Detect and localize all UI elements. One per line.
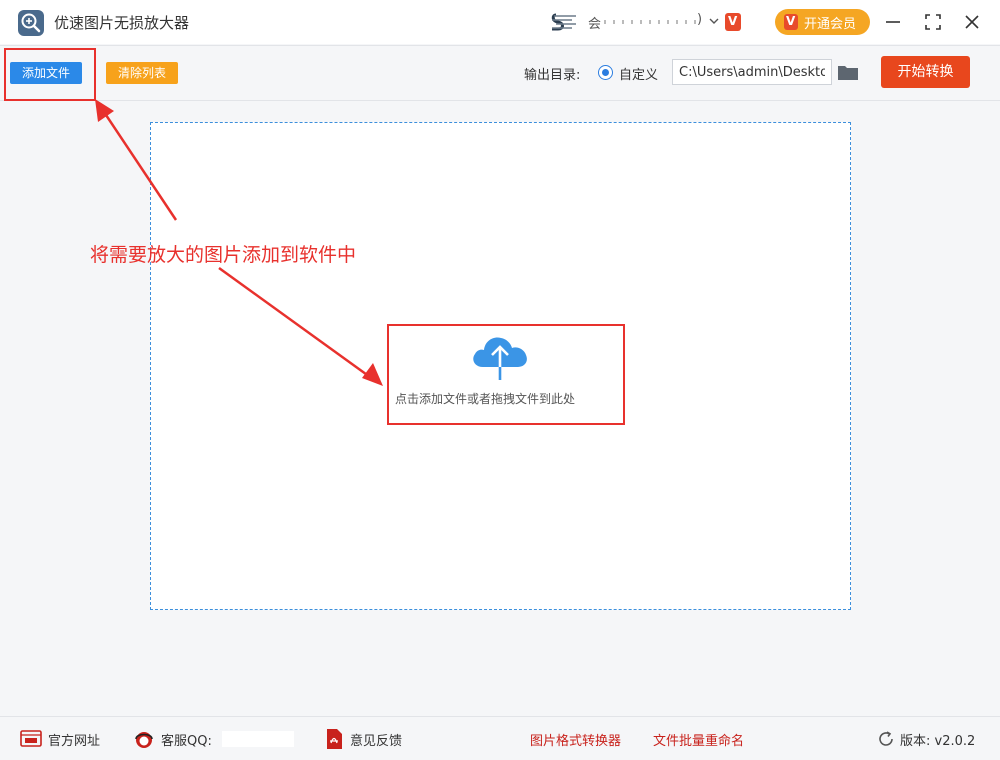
open-vip-label: 开通会员 (804, 17, 857, 32)
batch-rename-link[interactable]: 文件批量重命名 (653, 730, 744, 749)
footer: 官方网址 客服QQ: 意见反馈 图片格式转换器 文件批量重命名 版本: v2.0… (0, 716, 1000, 760)
feedback-link[interactable]: 意见反馈 (350, 730, 402, 749)
close-icon[interactable] (960, 10, 984, 34)
website-link[interactable]: 官方网址 (48, 730, 100, 749)
custom-output-radio[interactable] (598, 65, 613, 80)
user-name[interactable]: 会 (588, 13, 601, 32)
output-dir-label: 输出目录: (524, 68, 581, 83)
annotation-text: 将需要放大的图片添加到软件中 (90, 244, 357, 266)
clear-list-button[interactable]: 清除列表 (106, 62, 178, 84)
user-name-masked (604, 20, 700, 24)
title-bar: 优速图片无损放大器 会 ) V V 开通会员 (0, 0, 1000, 44)
support-icon (135, 732, 153, 748)
folder-icon[interactable] (837, 63, 859, 81)
pdf-icon (327, 729, 342, 749)
start-convert-button[interactable]: 开始转换 (881, 56, 970, 88)
website-icon (20, 730, 42, 747)
vip-icon: V (784, 14, 798, 30)
vip-badge-icon: V (725, 13, 741, 31)
output-path-input[interactable] (672, 59, 832, 85)
support-qq-label[interactable]: 客服QQ: (161, 730, 212, 749)
version-label: 版本: v2.0.2 (900, 734, 976, 749)
app-title: 优速图片无损放大器 (54, 14, 190, 32)
custom-output-label[interactable]: 自定义 (619, 64, 658, 83)
annotation-box-drop-zone (387, 324, 625, 425)
qq-number-masked (222, 731, 294, 747)
user-logo-icon (551, 13, 576, 31)
annotation-box-add-files (4, 48, 96, 101)
toolbar: 添加文件 清除列表 输出目录: 自定义 开始转换 (0, 45, 1000, 101)
open-vip-button[interactable]: V 开通会员 (775, 9, 870, 35)
chevron-down-icon[interactable] (709, 16, 719, 26)
app-logo-icon (18, 10, 44, 36)
user-name-suffix: ) (697, 12, 703, 27)
maximize-icon[interactable] (921, 10, 945, 34)
minimize-icon[interactable] (881, 10, 905, 34)
refresh-icon[interactable] (877, 730, 895, 748)
format-converter-link[interactable]: 图片格式转换器 (530, 730, 621, 749)
